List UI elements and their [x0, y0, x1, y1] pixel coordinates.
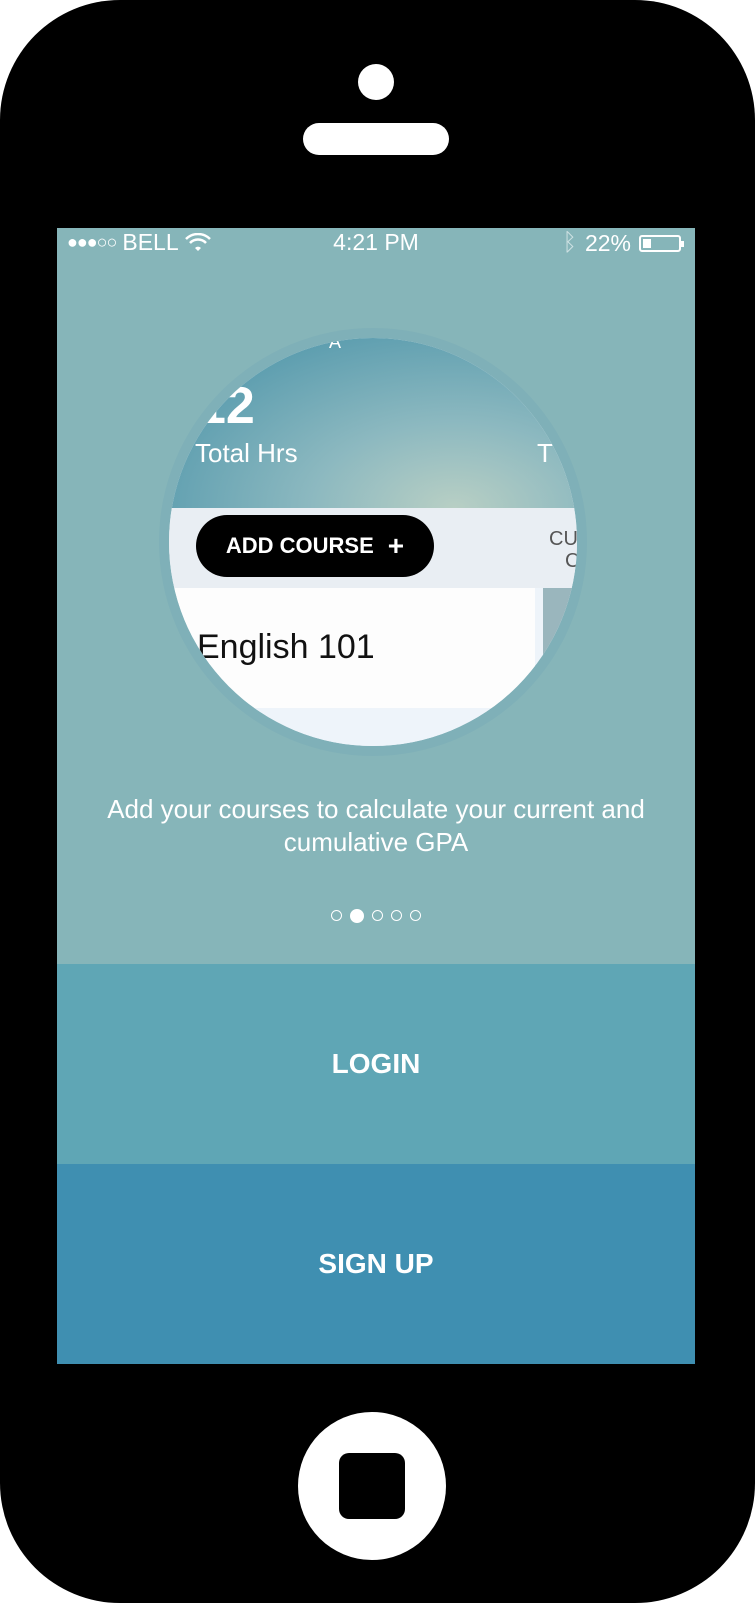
right-stat-label: T	[537, 438, 553, 468]
page-dot[interactable]	[331, 910, 342, 921]
total-hours-value: 12	[197, 377, 255, 435]
app-preview-circle: A 12 Total Hrs T ADD COURSE + CU C Engli…	[169, 338, 577, 746]
preview-right-fragment-line2: C	[565, 550, 577, 572]
login-button[interactable]: LOGIN	[57, 964, 695, 1164]
page-dot[interactable]	[410, 910, 421, 921]
bluetooth-icon: ᛒ	[562, 229, 577, 256]
status-right: ᛒ 22%	[562, 229, 684, 257]
plus-icon: +	[387, 530, 405, 561]
preview-right-fragment: CU C	[549, 528, 577, 572]
add-course-button: ADD COURSE +	[196, 515, 434, 577]
page-dot[interactable]	[372, 910, 383, 921]
phone-frame: ●●●○○ BELL 4:21 PM ᛒ 22% A 12 Total Hrs …	[0, 0, 755, 1603]
app-screen: ●●●○○ BELL 4:21 PM ᛒ 22% A 12 Total Hrs …	[57, 228, 695, 1364]
preview-bottom-strip	[169, 708, 577, 746]
onboarding-caption: Add your courses to calculate your curre…	[107, 794, 645, 857]
earpiece-speaker	[303, 123, 449, 155]
front-camera	[358, 64, 394, 100]
page-dot-active[interactable]	[350, 909, 364, 923]
total-hours-label: Total Hrs	[195, 438, 298, 468]
signup-button[interactable]: SIGN UP	[57, 1164, 695, 1364]
home-button[interactable]	[298, 1412, 446, 1560]
page-dot[interactable]	[391, 910, 402, 921]
preview-right-fragment-line1: CU	[549, 528, 577, 550]
page-indicator	[57, 909, 695, 923]
add-course-label: ADD COURSE	[225, 533, 374, 558]
course-name: English 101	[197, 628, 375, 666]
course-card-side	[543, 588, 577, 710]
battery-percent: 22%	[584, 229, 631, 256]
status-bar: ●●●○○ BELL 4:21 PM ᛒ 22%	[57, 228, 695, 256]
login-label: LOGIN	[331, 1048, 421, 1079]
battery-icon	[639, 234, 684, 252]
preview-top-fragment: A	[329, 338, 342, 352]
signup-label: SIGN UP	[318, 1248, 434, 1279]
home-square-icon	[339, 1453, 405, 1519]
